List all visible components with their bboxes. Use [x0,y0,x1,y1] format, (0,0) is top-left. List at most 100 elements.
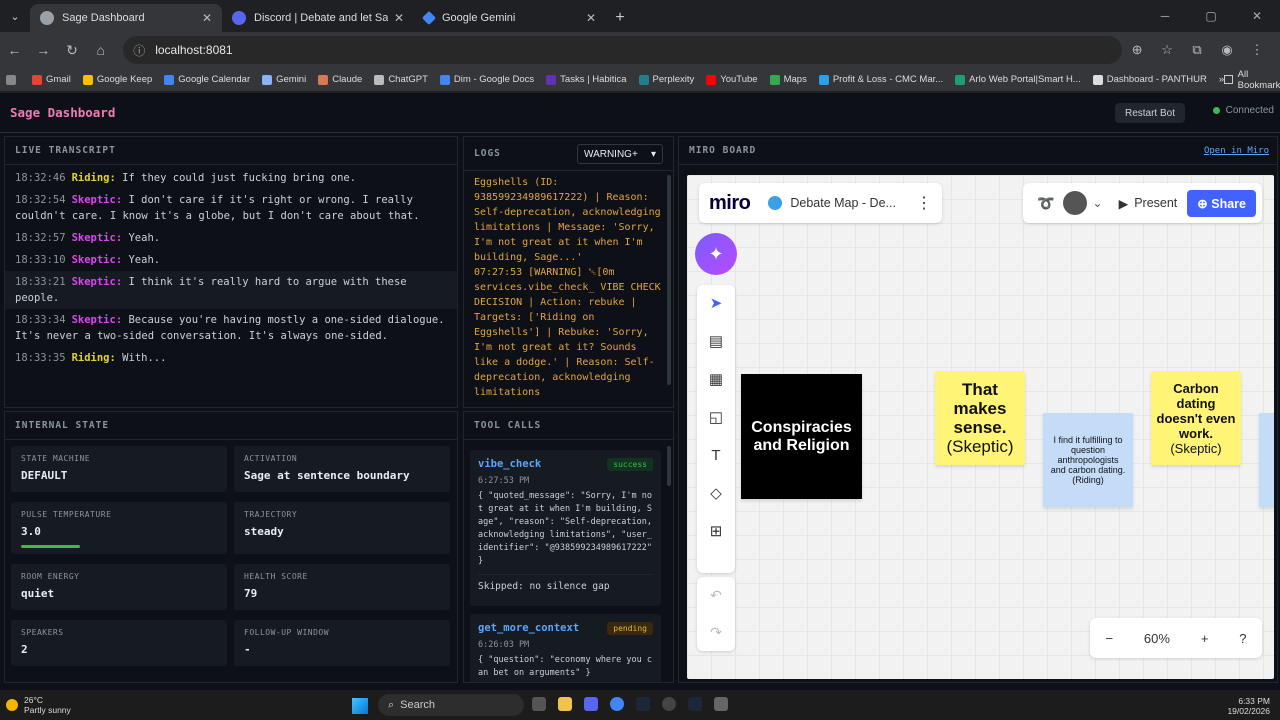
tab-gemini[interactable]: Google Gemini ✕ [414,4,606,32]
zoom-out-icon[interactable]: − [1105,631,1113,646]
profile-icon[interactable]: ◉ [1212,42,1242,58]
status-badge: success [607,458,653,471]
bookmark-youtube[interactable]: YouTube [706,74,758,85]
bookmark-maps[interactable]: Maps [769,74,807,85]
sticky-text: Conspiracies and Religion [751,418,852,454]
minimize-icon[interactable]: ─ [1142,0,1188,32]
maximize-icon[interactable]: ▢ [1188,0,1234,32]
bookmark-panthur[interactable]: Dashboard - PANTHUR [1092,74,1207,85]
address-bar[interactable]: ⓘ localhost:8081 [123,36,1123,64]
templates-icon[interactable]: ▤ [697,323,735,361]
sticky-author: (Riding) [1072,475,1104,485]
sticky-note[interactable]: I find it fulfilling to question anthrop… [1043,413,1133,507]
restart-bot-button[interactable]: Restart Bot [1114,103,1185,123]
home-icon[interactable]: ⌂ [86,42,115,58]
sticky-note[interactable]: That makes sense. (Skeptic) [935,371,1025,465]
file-explorer-icon[interactable] [558,697,572,711]
browser-tab-strip: ⌄ Sage Dashboard ✕ Discord | Debate and … [0,0,1280,32]
avatar[interactable] [1062,191,1087,215]
discord-icon [232,11,246,25]
ai-sparkle-button[interactable]: ✦ [695,233,737,275]
app-icon-2[interactable] [714,697,728,711]
bookmark-calendar[interactable]: Google Calendar [164,74,250,85]
log-scrollbar[interactable] [667,175,671,385]
frame-icon[interactable]: ▦ [697,361,735,399]
bookmark-gmail[interactable]: Gmail [32,74,71,85]
sticky-note-icon[interactable]: ◱ [697,399,735,437]
bookmark-gemini[interactable]: Gemini [262,74,306,85]
close-icon[interactable]: ✕ [202,11,212,25]
zoom-icon[interactable]: ⊕ [1122,42,1152,58]
close-window-icon[interactable]: ✕ [1234,0,1280,32]
bookmark-star-icon[interactable]: ☆ [1152,42,1182,58]
select-cursor-icon[interactable]: ➤ [697,285,735,323]
sticky-note-partial[interactable] [1259,413,1274,507]
transcript-list[interactable]: 18:32:46 Riding: If they could just fucki… [5,165,457,369]
miro-board-canvas[interactable]: miro Debate Map - De... ⋮ ➰ ⌄ ▶ Present ⊕… [687,175,1274,679]
bookmark-arlo[interactable]: Arlo Web Portal|Smart H... [955,74,1081,85]
search-label: Search [400,699,436,711]
bookmarks-bar: Gmail Google Keep Google Calendar Gemini… [0,68,1280,92]
present-button[interactable]: ▶ Present [1119,196,1178,211]
text-icon[interactable]: T [697,437,735,475]
site-info-icon[interactable]: ⓘ [133,42,145,59]
tab-discord[interactable]: Discord | Debate and let Sage ✕ [222,4,414,32]
chevron-down-icon[interactable]: ⌄ [1093,196,1103,210]
log-line: I'm not great at it? Sounds [474,342,637,353]
reactions-icon[interactable]: ➰ [1037,195,1054,212]
sticky-note[interactable]: Conspiracies and Religion [741,374,862,499]
timestamp: 18:32:54 [15,194,66,206]
more-options-icon[interactable]: ⋮ [916,193,932,213]
back-icon[interactable]: ← [0,42,29,58]
bookmark-perplexity[interactable]: Perplexity [638,74,694,85]
all-bookmarks[interactable]: All Bookmarks [1224,69,1280,91]
sticky-note[interactable]: Carbon dating doesn't even work. (Skeptic… [1151,371,1241,465]
weather-widget[interactable]: 26°C Partly sunny [6,695,71,715]
close-icon[interactable]: ✕ [586,11,596,25]
new-tab-button[interactable]: + [606,4,634,32]
log-level-select[interactable]: WARNING+ ▾ [577,144,663,164]
open-in-miro-link[interactable]: Open in Miro [1204,146,1269,156]
extensions-icon[interactable]: ⧉ [1182,42,1212,58]
tool-scrollbar[interactable] [667,446,671,486]
bookmark-docs[interactable]: Dim - Google Docs [439,74,534,85]
tab-search-icon[interactable]: ⌄ [0,0,30,32]
panel-title: MIRO BOARD [679,137,1277,165]
shapes-icon[interactable]: ◇ [697,475,735,513]
board-name[interactable]: Debate Map - De... [768,196,896,210]
close-icon[interactable]: ✕ [394,11,404,25]
sticky-text: That makes sense. [953,380,1007,437]
reload-icon[interactable]: ↻ [58,42,87,59]
chrome-icon[interactable] [610,697,624,711]
tool-call-card[interactable]: get_more_context pending 6:26:03 PM { "q… [470,614,661,682]
steam-icon[interactable] [636,697,650,711]
add-icon[interactable]: ⊞ [697,513,735,551]
menu-icon[interactable]: ⋮ [1242,42,1272,58]
card-label: ACTIVATION [244,454,298,463]
forward-icon[interactable]: → [29,42,58,58]
bookmark-keep[interactable]: Google Keep [82,74,152,85]
bookmark-cmc[interactable]: Profit & Loss - CMC Mar... [818,74,943,85]
help-icon[interactable]: ? [1239,631,1246,646]
system-clock[interactable]: 6:33 PM 19/02/2026 [1227,696,1270,716]
app-icon[interactable] [662,697,676,711]
bookmark-chatgpt[interactable]: ChatGPT [374,74,428,85]
bookmark-claude[interactable]: Claude [318,74,362,85]
windows-taskbar: 26°C Partly sunny ⌕ Search 6:33 PM 19/02/20… [0,690,1280,720]
task-view-icon[interactable] [532,697,546,711]
bookmark-habitica[interactable]: Tasks | Habitica [546,74,627,85]
zoom-in-icon[interactable]: + [1201,631,1209,646]
tool-call-card[interactable]: vibe_check success 6:27:53 PM { "quoted_… [470,450,661,606]
speaker: Skeptic: [71,254,123,266]
tab-sage-dashboard[interactable]: Sage Dashboard ✕ [30,4,222,32]
discord-icon[interactable] [584,697,598,711]
steam-icon-2[interactable] [688,697,702,711]
transcript-line: 18:32:54 Skeptic: I don't care if it's ri… [5,189,457,227]
log-output[interactable]: Eggshells (ID: 938599234989617222) | Reas… [464,171,673,404]
redo-icon[interactable]: ↷ [697,614,735,651]
undo-icon[interactable]: ↶ [697,577,735,614]
share-button[interactable]: ⊕ Share [1187,189,1256,217]
windows-start-icon[interactable] [352,698,368,714]
apps-icon[interactable] [6,74,20,85]
taskbar-search[interactable]: ⌕ Search [378,694,524,716]
